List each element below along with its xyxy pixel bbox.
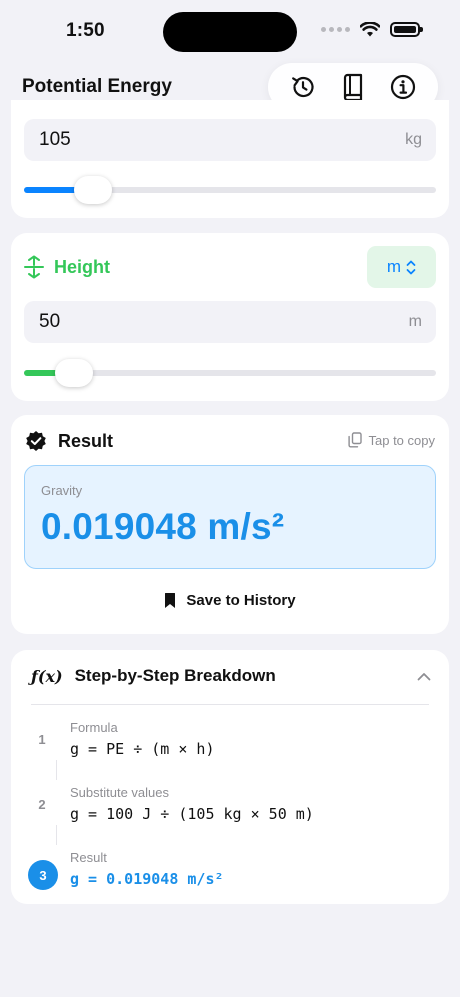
wifi-icon xyxy=(360,22,380,37)
mass-slider[interactable] xyxy=(24,176,436,204)
breakdown-title: Step-by-Step Breakdown xyxy=(74,666,276,685)
result-label: Gravity xyxy=(41,483,83,498)
checkmark-seal-icon xyxy=(26,431,46,451)
step-item: 1 Formula g = PE ÷ (m × h) xyxy=(11,720,449,780)
info-icon xyxy=(390,74,416,100)
mass-value: 105 xyxy=(39,129,71,150)
breakdown-card: ƒ(x) Step-by-Step Breakdown 1 Formula g … xyxy=(11,650,449,904)
height-header: Height xyxy=(24,255,110,279)
mass-unit: kg xyxy=(405,131,422,148)
save-to-history-label: Save to History xyxy=(186,592,296,609)
step-item: 3 Result g = 0.019048 m/s² xyxy=(11,850,449,910)
dynamic-island xyxy=(163,12,297,52)
step-label: Substitute values xyxy=(70,785,170,800)
step-label: Result xyxy=(70,850,107,865)
step-item: 2 Substitute values g = 100 J ÷ (105 kg … xyxy=(11,785,449,845)
copy-button[interactable]: Tap to copy xyxy=(347,432,436,448)
height-card: Height m 50 m xyxy=(11,233,449,401)
height-label: Height xyxy=(54,256,110,277)
function-icon: ƒ(x) xyxy=(31,666,63,686)
height-unit-select[interactable]: m xyxy=(367,246,436,288)
step-formula: g = PE ÷ (m × h) xyxy=(70,740,215,758)
vertical-arrows-icon xyxy=(24,255,44,279)
step-number: 2 xyxy=(38,797,46,812)
save-to-history-button[interactable]: Save to History xyxy=(11,592,449,609)
step-formula-result: g = 0.019048 m/s² xyxy=(70,870,224,888)
height-slider[interactable] xyxy=(24,359,436,387)
copy-hint-label: Tap to copy xyxy=(368,432,436,448)
step-label: Formula xyxy=(70,720,118,735)
step-formula: g = 100 J ÷ (105 kg × 50 m) xyxy=(70,805,314,823)
result-header: Result xyxy=(25,430,113,452)
battery-icon xyxy=(390,22,423,37)
page-title: Potential Energy xyxy=(22,76,172,97)
result-card: Result Tap to copy Gravity 0.019048 m/s²… xyxy=(11,415,449,634)
copy-icon xyxy=(347,432,362,448)
chevron-up-down-icon xyxy=(406,260,416,274)
height-input[interactable]: 50 m xyxy=(24,301,436,343)
result-value-box[interactable]: Gravity 0.019048 m/s² xyxy=(24,465,436,569)
divider xyxy=(31,704,429,705)
height-value: 50 xyxy=(39,311,61,332)
step-connector xyxy=(56,825,57,845)
step-number: 1 xyxy=(38,732,46,747)
mass-slider-thumb[interactable] xyxy=(74,176,113,204)
step-number-active: 3 xyxy=(28,860,58,890)
mass-input[interactable]: 105 kg xyxy=(24,119,436,161)
guide-button[interactable] xyxy=(336,70,370,104)
chevron-up-icon[interactable] xyxy=(417,672,431,681)
status-time: 1:50 xyxy=(66,20,105,41)
step-connector xyxy=(56,760,57,780)
result-title: Result xyxy=(58,430,114,451)
cellular-signal-icon xyxy=(321,27,350,32)
status-bar: 1:50 xyxy=(0,0,460,62)
height-slider-thumb[interactable] xyxy=(55,359,94,387)
height-unit: m xyxy=(408,313,422,330)
status-icons xyxy=(321,22,423,37)
info-button[interactable] xyxy=(386,70,420,104)
history-icon xyxy=(292,76,314,98)
book-icon xyxy=(343,73,363,101)
bookmark-icon xyxy=(165,593,176,608)
history-button[interactable] xyxy=(286,70,320,104)
height-unit-select-label: m xyxy=(386,257,402,276)
breakdown-header[interactable]: ƒ(x) Step-by-Step Breakdown xyxy=(31,666,276,686)
mass-card: 105 kg xyxy=(11,100,449,218)
result-value: 0.019048 m/s² xyxy=(41,506,285,547)
